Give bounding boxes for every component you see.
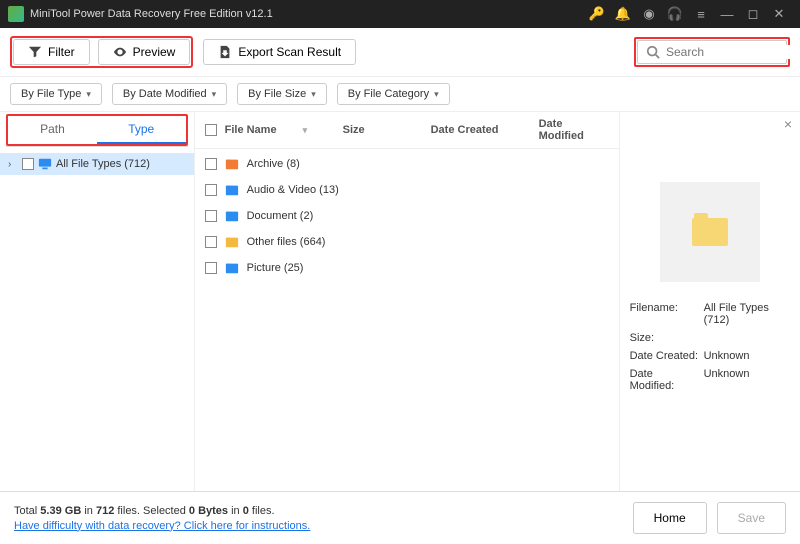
meta-dc-key: Date Created: [630,350,700,362]
file-row[interactable]: Audio & Video (13) [205,181,609,199]
maximize-icon[interactable]: ◻ [740,6,766,22]
app-logo [8,6,24,22]
col-date-created[interactable]: Date Created [431,124,531,136]
file-list-panel: File Name▾ Size Date Created Date Modifi… [195,112,619,491]
eye-icon [113,45,127,59]
tree-root[interactable]: › All File Types (712) [0,153,194,175]
file-row[interactable]: Other files (664) [205,233,609,251]
tree-root-label: All File Types (712) [56,158,150,170]
sort-icon: ▾ [303,125,308,136]
col-filename[interactable]: File Name▾ [225,124,335,136]
chevron-down-icon: ▾ [212,89,217,100]
search-box[interactable] [637,40,787,64]
minimize-icon[interactable]: — [714,7,740,22]
bell-icon[interactable]: 🔔 [610,6,636,22]
by-file-size[interactable]: By File Size▾ [237,83,327,105]
list-header: File Name▾ Size Date Created Date Modifi… [195,112,619,149]
by-file-category[interactable]: By File Category▾ [337,83,450,105]
col-size[interactable]: Size [343,124,423,136]
meta-size-key: Size: [630,332,700,344]
search-input[interactable] [666,45,800,59]
by-date-modified[interactable]: By Date Modified▾ [112,83,227,105]
toolbar: Filter Preview Export Scan Result [0,28,800,77]
preview-meta: Filename: All File Types (712) Size: Dat… [630,302,790,392]
home-button[interactable]: Home [633,502,707,534]
tab-type[interactable]: Type [97,116,186,144]
checkbox[interactable] [205,236,217,248]
file-row[interactable]: Document (2) [205,207,609,225]
by-file-type[interactable]: By File Type▾ [10,83,102,105]
close-preview-icon[interactable]: × [784,116,792,132]
titlebar: MiniTool Power Data Recovery Free Editio… [0,0,800,28]
monitor-icon [38,157,52,171]
globe-icon[interactable]: ◉ [636,6,662,22]
menu-icon[interactable]: ≡ [688,7,714,22]
preview-button[interactable]: Preview [98,39,191,65]
filter-icon [28,45,42,59]
main-content: Path Type › All File Types (712) File Na… [0,111,800,491]
preview-thumbnail [660,182,760,282]
status-text: Total 5.39 GB in 712 files. Selected 0 B… [14,505,310,517]
folder-type-icon [225,235,239,249]
checkbox[interactable] [205,158,217,170]
checkbox[interactable] [205,184,217,196]
preview-panel: × Filename: All File Types (712) Size: D… [619,112,800,491]
tab-path[interactable]: Path [8,116,97,144]
folder-icon [692,218,728,246]
file-name: Audio & Video (13) [247,184,609,196]
close-window-icon[interactable]: ✕ [766,6,792,22]
export-button[interactable]: Export Scan Result [203,39,356,65]
footer: Total 5.39 GB in 712 files. Selected 0 B… [0,491,800,544]
select-all-checkbox[interactable] [205,124,217,136]
headset-icon[interactable]: 🎧 [662,6,688,22]
file-name: Document (2) [247,210,609,222]
highlight-search [634,37,790,67]
key-icon[interactable]: 🔑 [584,6,610,22]
chevron-down-icon: ▾ [86,89,91,100]
meta-filename-key: Filename: [630,302,700,326]
save-button[interactable]: Save [717,502,786,534]
highlight-tabs: Path Type [6,114,188,146]
highlight-filter-preview: Filter Preview [10,36,193,68]
export-icon [218,45,232,59]
checkbox[interactable] [205,262,217,274]
folder-type-icon [225,157,239,171]
left-panel: Path Type › All File Types (712) [0,112,195,491]
file-row[interactable]: Archive (8) [205,155,609,173]
search-icon [646,45,660,59]
file-name: Archive (8) [247,158,609,170]
col-date-modified[interactable]: Date Modified [539,118,609,142]
chevron-down-icon: ▾ [434,89,439,100]
filter-row: By File Type▾ By Date Modified▾ By File … [0,77,800,111]
help-link[interactable]: Have difficulty with data recovery? Clic… [14,520,310,532]
meta-filename-val: All File Types (712) [704,302,790,326]
chevron-right-icon[interactable]: › [8,159,18,170]
tree-tabs: Path Type [6,112,188,147]
file-name: Picture (25) [247,262,609,274]
app-title: MiniTool Power Data Recovery Free Editio… [30,8,584,20]
file-row[interactable]: Picture (25) [205,259,609,277]
chevron-down-icon: ▾ [311,89,316,100]
checkbox[interactable] [205,210,217,222]
file-name: Other files (664) [247,236,609,248]
checkbox[interactable] [22,158,34,170]
folder-type-icon [225,261,239,275]
folder-type-icon [225,209,239,223]
tree: › All File Types (712) [0,147,194,181]
meta-dm-val: Unknown [704,368,790,392]
meta-size-val [704,332,790,344]
filter-button[interactable]: Filter [13,39,90,65]
folder-type-icon [225,183,239,197]
meta-dc-val: Unknown [704,350,790,362]
file-list: Archive (8) Audio & Video (13) Document (2… [195,149,619,283]
meta-dm-key: Date Modified: [630,368,700,392]
